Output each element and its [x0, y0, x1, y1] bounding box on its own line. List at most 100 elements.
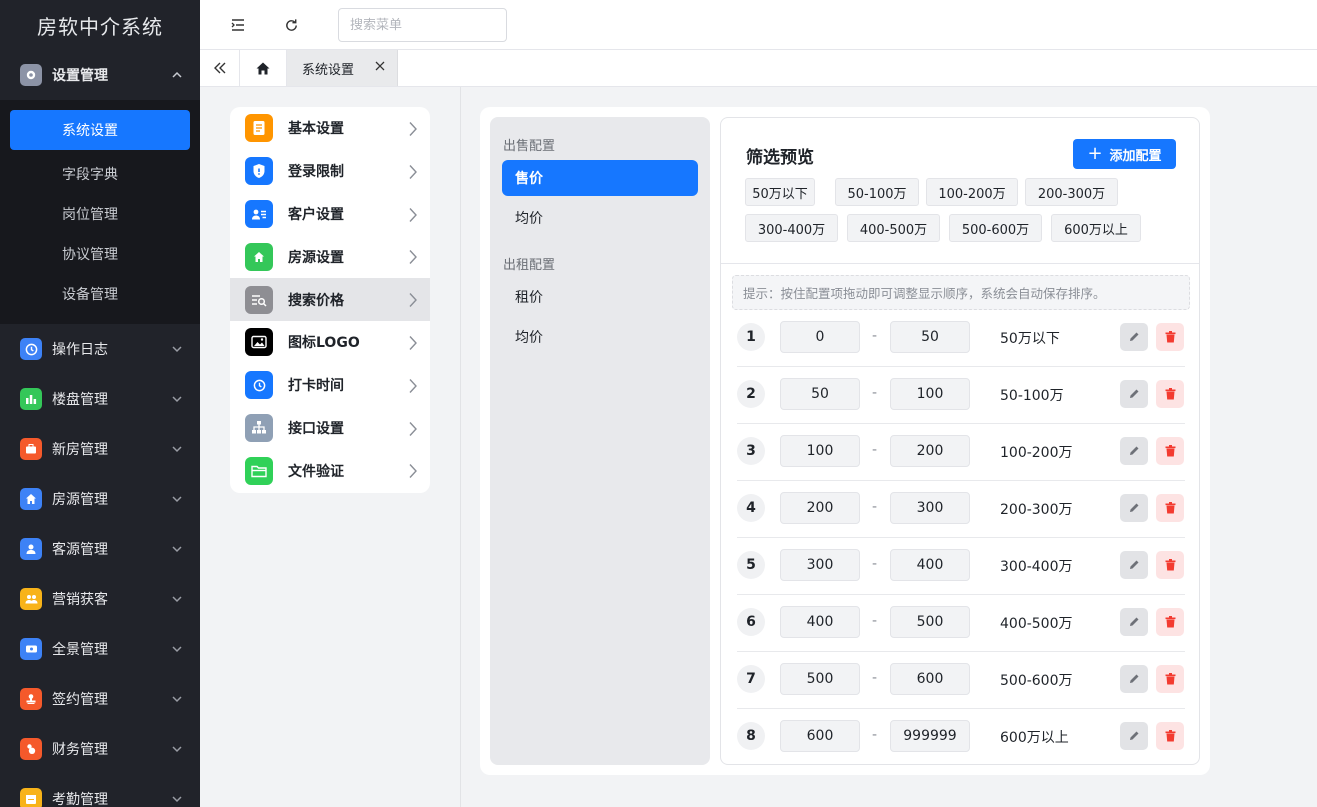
max-price-input[interactable]: 999999 [890, 720, 970, 752]
app-title: 房软中介系统 [37, 14, 163, 39]
settings-menu-item[interactable]: 接口设置 [230, 407, 430, 450]
edit-button[interactable] [1120, 608, 1148, 636]
delete-button[interactable] [1156, 665, 1184, 693]
price-range-row[interactable]: 6 400-500 400-500万 [721, 595, 1199, 652]
sidebar-group[interactable]: 签约管理 [0, 674, 200, 724]
add-config-button[interactable]: + 添加配置 [1073, 139, 1176, 169]
price-chip[interactable]: 600万以上 [1051, 214, 1141, 242]
sidebar-group[interactable]: 操作日志 [0, 324, 200, 374]
settings-menu-item[interactable]: 图标LOGO [230, 321, 430, 364]
price-range-row[interactable]: 4 200-300 200-300万 [721, 481, 1199, 538]
price-range-row[interactable]: 1 0-50 50万以下 [721, 310, 1199, 367]
settings-menu-item[interactable]: 客户设置 [230, 193, 430, 236]
min-price-input[interactable]: 200 [780, 492, 860, 524]
price-range-row[interactable]: 2 50-100 50-100万 [721, 367, 1199, 424]
max-price-input[interactable]: 100 [890, 378, 970, 410]
sidebar-subitem[interactable]: 岗位管理 [0, 194, 200, 234]
refresh-icon[interactable] [279, 13, 303, 37]
range-label: 50万以下 [1000, 331, 1060, 347]
price-range-row[interactable]: 7 500-600 500-600万 [721, 652, 1199, 709]
settings-menu-item[interactable]: 登录限制 [230, 150, 430, 193]
edit-button[interactable] [1120, 665, 1148, 693]
category-sale-avg-price[interactable]: 均价 [502, 200, 698, 236]
sidebar-group[interactable]: 财务管理 [0, 724, 200, 774]
range-label: 400-500万 [1000, 616, 1073, 632]
min-price-input[interactable]: 400 [780, 606, 860, 638]
chevron-right-icon [409, 421, 417, 436]
delete-button[interactable] [1156, 437, 1184, 465]
price-range-row[interactable]: 5 300-400 300-400万 [721, 538, 1199, 595]
category-sale-price[interactable]: 售价 [502, 160, 698, 196]
category-rent-price[interactable]: 租价 [502, 279, 698, 315]
search-input[interactable] [338, 8, 507, 42]
min-price-input[interactable]: 500 [780, 663, 860, 695]
edit-button[interactable] [1120, 722, 1148, 750]
home-tab[interactable] [240, 50, 287, 86]
delete-button[interactable] [1156, 608, 1184, 636]
sidebar-group[interactable]: 营销获客 [0, 574, 200, 624]
price-chip[interactable]: 200-300万 [1025, 178, 1118, 206]
close-icon[interactable] [375, 61, 385, 71]
price-range-row[interactable]: 8 600-999999 600万以上 [721, 709, 1199, 764]
settings-menu-item[interactable]: 打卡时间 [230, 364, 430, 407]
min-price-input[interactable]: 0 [780, 321, 860, 353]
chevron-down-icon [172, 546, 182, 553]
sidebar-group-settings[interactable]: 设置管理 [0, 50, 200, 100]
price-range-row[interactable]: 3 100-200 100-200万 [721, 424, 1199, 481]
shield-icon [245, 157, 273, 186]
max-price-input[interactable]: 400 [890, 549, 970, 581]
price-chip[interactable]: 400-500万 [847, 214, 940, 242]
sidebar-subitem[interactable]: 字段字典 [0, 154, 200, 194]
price-chip[interactable]: 500-600万 [949, 214, 1042, 242]
settings-menu-item[interactable]: 文件验证 [230, 449, 430, 492]
drag-hint: 提示：按住配置项拖动即可调整显示顺序，系统会自动保存排序。 [732, 275, 1190, 310]
min-price-input[interactable]: 600 [780, 720, 860, 752]
max-price-input[interactable]: 300 [890, 492, 970, 524]
sidebar-subitem[interactable]: 设备管理 [0, 274, 200, 314]
edit-button[interactable] [1120, 323, 1148, 351]
max-price-input[interactable]: 50 [890, 321, 970, 353]
chevron-right-icon [409, 250, 417, 265]
price-chip[interactable]: 300-400万 [745, 214, 838, 242]
edit-button[interactable] [1120, 494, 1148, 522]
money-bag-icon [20, 738, 42, 760]
min-price-input[interactable]: 300 [780, 549, 860, 581]
edit-button[interactable] [1120, 380, 1148, 408]
delete-button[interactable] [1156, 722, 1184, 750]
max-price-input[interactable]: 600 [890, 663, 970, 695]
menu-fold-icon[interactable] [226, 13, 250, 37]
category-rent-avg-price[interactable]: 均价 [502, 319, 698, 355]
price-chip[interactable]: 50万以下 [745, 178, 815, 206]
max-price-input[interactable]: 200 [890, 435, 970, 467]
edit-button[interactable] [1120, 437, 1148, 465]
trash-icon [1165, 502, 1175, 514]
home-icon [20, 488, 42, 510]
sidebar-group-label: 楼盘管理 [52, 392, 108, 408]
sidebar-group-label: 财务管理 [52, 742, 108, 758]
sidebar-group[interactable]: 房源管理 [0, 474, 200, 524]
double-chevron-left-icon[interactable] [200, 50, 240, 86]
sidebar-group[interactable]: 新房管理 [0, 424, 200, 474]
tab-system-settings[interactable]: 系统设置 [287, 50, 398, 86]
sidebar-group[interactable]: 考勤管理 [0, 774, 200, 807]
delete-button[interactable] [1156, 494, 1184, 522]
sidebar-subitem[interactable]: 协议管理 [0, 234, 200, 274]
min-price-input[interactable]: 100 [780, 435, 860, 467]
min-price-input[interactable]: 50 [780, 378, 860, 410]
max-price-input[interactable]: 500 [890, 606, 970, 638]
settings-menu-item[interactable]: 基本设置 [230, 107, 430, 150]
sidebar-group[interactable]: 全景管理 [0, 624, 200, 674]
delete-button[interactable] [1156, 380, 1184, 408]
sidebar-group[interactable]: 客源管理 [0, 524, 200, 574]
sidebar-group[interactable]: 楼盘管理 [0, 374, 200, 424]
settings-menu-item[interactable]: 搜索价格 [230, 278, 430, 321]
edit-button[interactable] [1120, 551, 1148, 579]
price-chip[interactable]: 50-100万 [835, 178, 919, 206]
sidebar-subitem[interactable]: 系统设置 [10, 110, 190, 150]
price-chip[interactable]: 100-200万 [926, 178, 1018, 206]
delete-button[interactable] [1156, 551, 1184, 579]
delete-button[interactable] [1156, 323, 1184, 351]
settings-menu-item[interactable]: 房源设置 [230, 235, 430, 278]
chevron-down-icon [172, 496, 182, 503]
filter-detail-panel: 筛选预览 + 添加配置 提示：按住配置项拖动即可调整显示顺序，系统会自动保存排序… [720, 117, 1200, 765]
